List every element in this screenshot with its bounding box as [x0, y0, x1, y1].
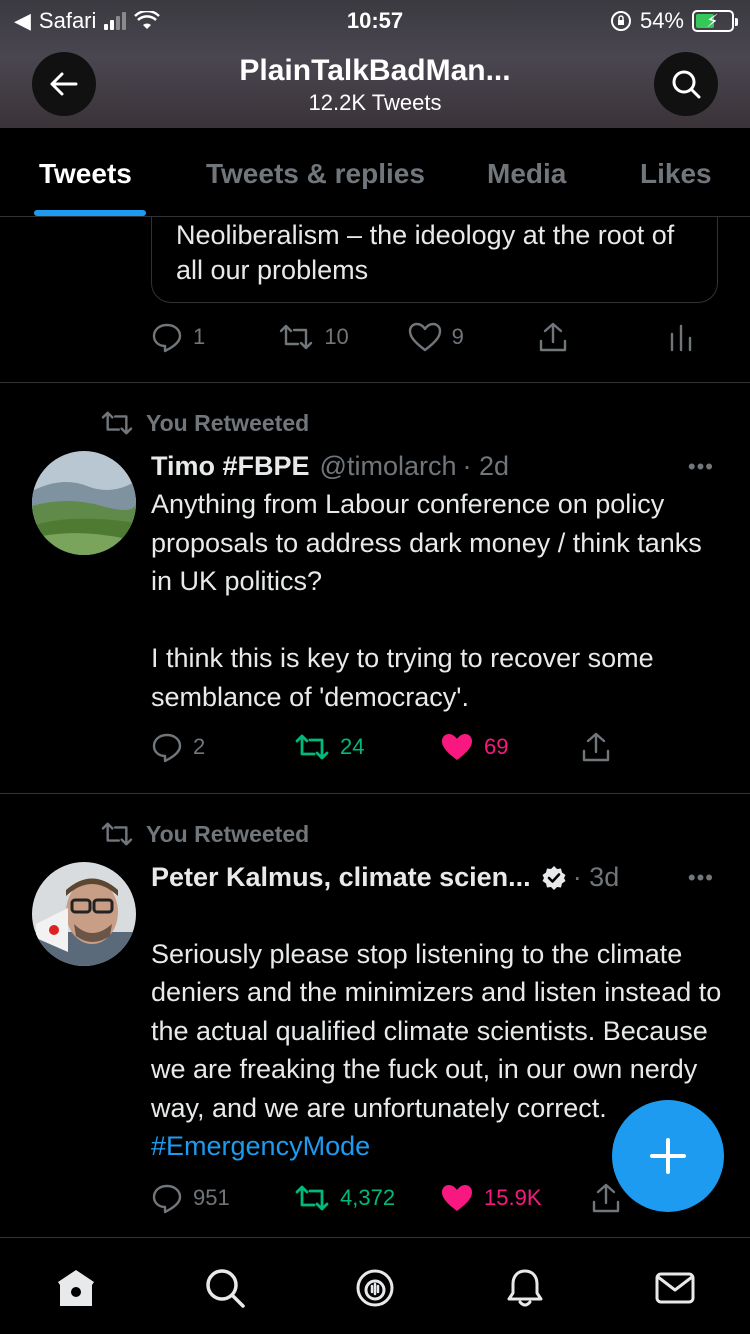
landscape-avatar-image [32, 451, 136, 555]
tweet-actions: 2 24 69 [151, 731, 718, 763]
reply-icon [152, 1184, 182, 1214]
author-handle[interactable]: @timolarch [320, 451, 457, 482]
retweet-context: You Retweeted [100, 409, 309, 437]
retweet-count: 24 [340, 734, 365, 759]
analytics-button[interactable] [668, 322, 694, 352]
avatar[interactable] [32, 862, 136, 966]
retweet-button[interactable]: 24 [294, 732, 440, 762]
share-button[interactable] [580, 731, 612, 763]
like-button[interactable]: 9 [408, 322, 537, 352]
retweet-icon [295, 734, 329, 760]
retweet-icon [101, 822, 133, 846]
tweet[interactable]: You Retweeted Timo #FBPE @timolarch · 2d… [0, 383, 750, 793]
retweet-icon [295, 1185, 329, 1211]
reply-icon [152, 733, 182, 763]
retweet-icon [280, 324, 313, 350]
like-count: 15.9K [484, 1185, 542, 1210]
share-button[interactable] [590, 1182, 622, 1214]
nav-spaces[interactable] [351, 1264, 399, 1312]
retweet-button[interactable]: 10 [278, 322, 407, 352]
tweet-time: · 3d [572, 862, 620, 892]
tweet-count: 12.2K Tweets [308, 90, 442, 115]
more-options-button[interactable]: ••• [688, 865, 714, 891]
search-icon [206, 1269, 245, 1308]
tweet-actions: 1 10 9 [151, 321, 718, 353]
profile-title: PlainTalkBadMan... 12.2K Tweets [0, 54, 750, 116]
tweet-header: Peter Kalmus, climate scien... · 3d ••• [151, 862, 718, 893]
author-name[interactable]: Timo #FBPE [151, 451, 310, 482]
heart-filled-icon [442, 1185, 472, 1211]
analytics-icon [670, 324, 692, 352]
author-name[interactable]: Peter Kalmus, climate scien... [151, 862, 531, 893]
tweet-text: Anything from Labour conference on polic… [151, 489, 702, 712]
quoted-card[interactable]: Neoliberalism – the ideology at the root… [151, 217, 718, 303]
reply-button[interactable]: 951 [151, 1182, 294, 1214]
reply-count: 1 [193, 324, 206, 349]
person-megaphone-avatar-image [32, 862, 136, 966]
share-button[interactable] [537, 321, 668, 353]
nav-search[interactable] [201, 1264, 249, 1312]
reply-count: 2 [193, 734, 206, 759]
retweet-context: You Retweeted [100, 820, 309, 848]
bell-icon [507, 1269, 543, 1307]
profile-header: ◀ Safari 10:57 54% ⚡ PlainTalkBadMan... … [0, 0, 750, 128]
avatar[interactable] [32, 451, 136, 555]
retweet-button[interactable]: 4,372 [294, 1183, 440, 1213]
battery-icon: ⚡ [692, 10, 738, 32]
retweet-icon [101, 411, 133, 435]
nav-notifications[interactable] [501, 1264, 549, 1312]
retweet-context-label: You Retweeted [146, 820, 310, 847]
share-icon [539, 322, 567, 352]
profile-name: PlainTalkBadMan... [239, 54, 511, 87]
tweet-time: · 2d [462, 451, 510, 481]
status-bar: ◀ Safari 10:57 54% ⚡ [0, 0, 750, 40]
mail-icon [655, 1272, 695, 1304]
tab-tweets-and-replies[interactable]: Tweets & replies [206, 158, 425, 190]
tweet-text-content: Seriously please stop listening to the c… [151, 938, 722, 1123]
spaces-icon [356, 1269, 394, 1307]
profile-tabs: Tweets Tweets & replies Media Likes [0, 128, 750, 217]
tweet-feed[interactable]: Neoliberalism – the ideology at the root… [0, 217, 750, 1237]
like-count: 9 [451, 324, 464, 349]
reply-count: 951 [193, 1185, 230, 1210]
retweet-count: 4,372 [340, 1185, 396, 1210]
more-options-button[interactable]: ••• [688, 454, 714, 480]
battery-percent: 54% [639, 8, 684, 33]
search-button[interactable] [654, 52, 718, 116]
home-icon [58, 1270, 94, 1306]
status-right: 54% ⚡ [610, 8, 738, 34]
tab-tweets[interactable]: Tweets [39, 158, 132, 190]
verified-badge-icon [542, 865, 566, 890]
like-count: 69 [484, 734, 509, 759]
share-icon [592, 1183, 620, 1213]
compose-tweet-button[interactable] [612, 1100, 724, 1212]
retweet-context-label: You Retweeted [146, 409, 310, 436]
search-icon [672, 70, 701, 99]
quoted-card-text: Neoliberalism – the ideology at the root… [176, 220, 675, 285]
heart-icon [408, 322, 441, 352]
reply-icon [152, 323, 182, 353]
like-button[interactable]: 69 [440, 732, 580, 762]
heart-filled-icon [442, 734, 472, 760]
orientation-lock-icon [610, 11, 631, 31]
reply-button[interactable]: 2 [151, 731, 294, 763]
plus-icon [650, 1138, 686, 1174]
reply-button[interactable]: 1 [151, 321, 278, 353]
share-icon [582, 732, 610, 762]
tab-media[interactable]: Media [487, 158, 566, 190]
nav-messages[interactable] [651, 1264, 699, 1312]
tab-likes[interactable]: Likes [640, 158, 712, 190]
active-tab-indicator [34, 210, 146, 216]
like-button[interactable]: 15.9K [440, 1183, 590, 1213]
bottom-navigation [0, 1237, 750, 1334]
nav-home[interactable] [52, 1264, 100, 1312]
tweet-header: Timo #FBPE @timolarch · 2d ••• [151, 451, 718, 482]
retweet-count: 10 [324, 324, 349, 349]
